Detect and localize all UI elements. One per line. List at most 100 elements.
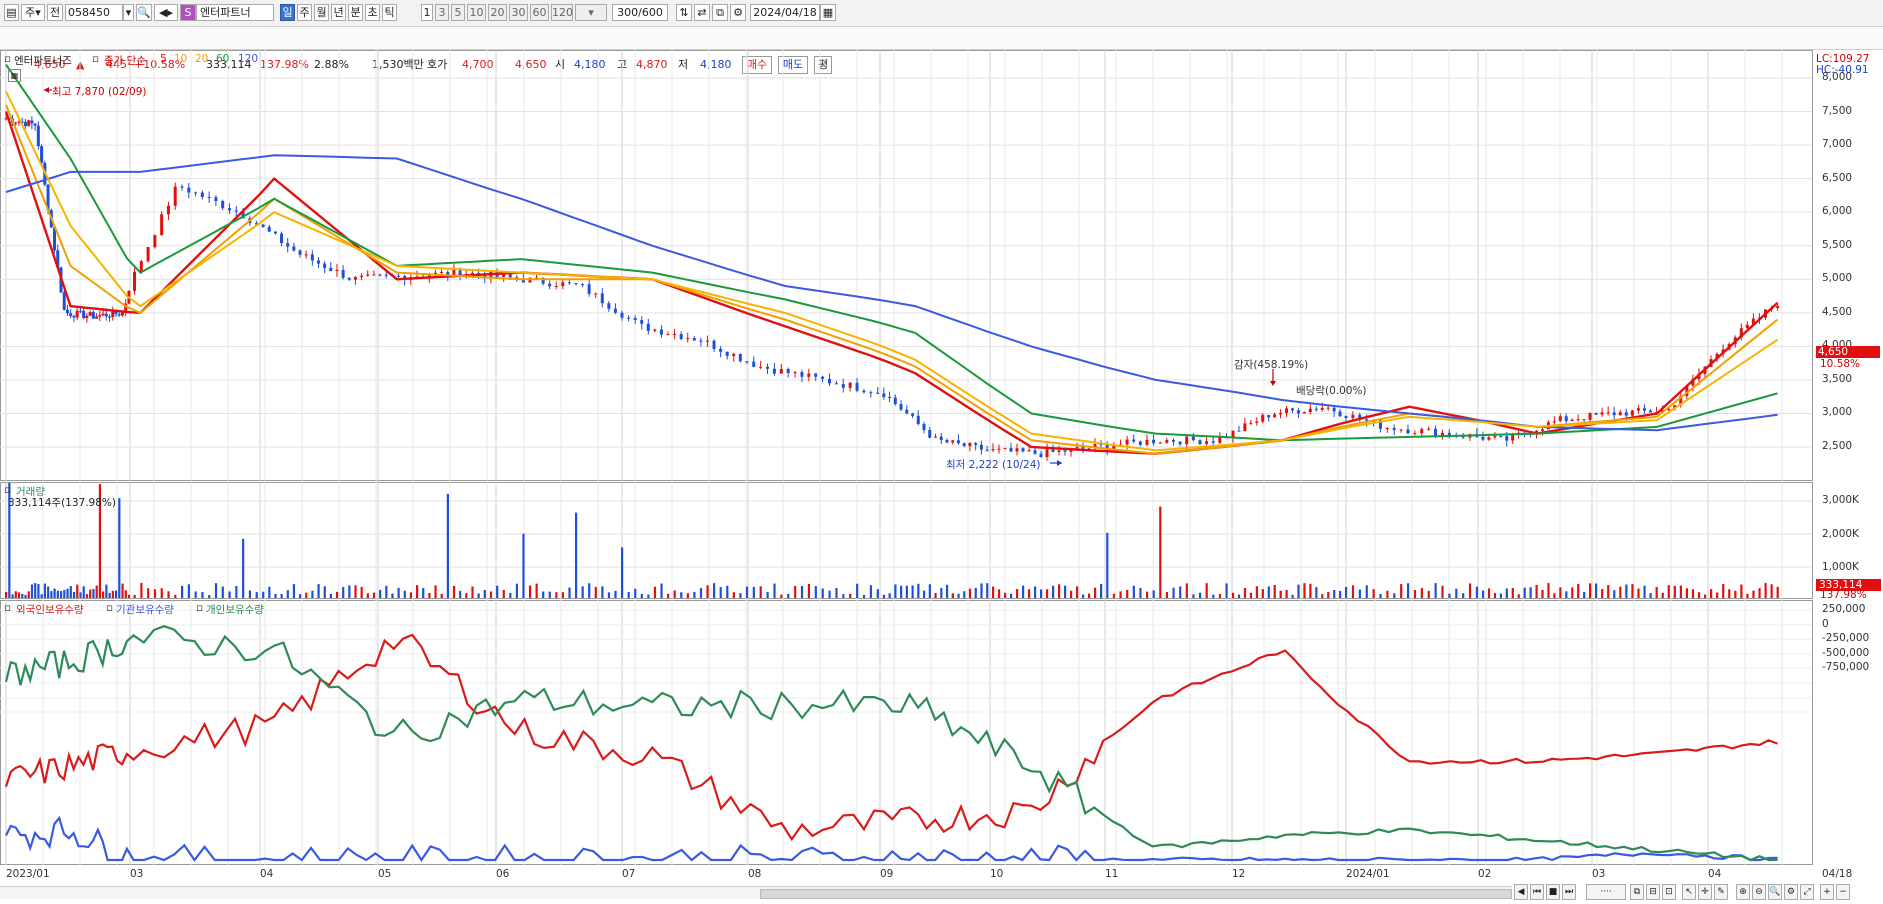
add-icon[interactable]: + — [1820, 884, 1834, 900]
last-page-icon[interactable]: ⏭ — [1562, 884, 1576, 900]
volume-bar — [1703, 594, 1707, 598]
volume-bar — [1691, 589, 1695, 598]
volume-bar — [1746, 593, 1749, 598]
menu-icon[interactable]: ▤ — [4, 4, 19, 21]
split-icon[interactable]: ⊟ — [1646, 884, 1660, 900]
candle-body — [1198, 440, 1202, 445]
chart-area[interactable]: ▫ 엔터파트너즈 ▫ 종가 단순 5 10 20 60 120 ▦ LC:109… — [0, 50, 1883, 904]
calendar-icon[interactable]: ▦ — [820, 4, 836, 21]
remove-icon[interactable]: − — [1836, 884, 1850, 900]
ma-label: 종가 단순 — [104, 55, 146, 67]
volume-bar — [1601, 589, 1604, 598]
search-icon[interactable]: 🔍 — [136, 4, 152, 21]
volume-bar — [535, 583, 538, 598]
volume-bar — [917, 583, 920, 598]
scrollbar-thumb[interactable] — [760, 889, 1512, 899]
period-tab-2[interactable]: 월 — [314, 4, 329, 21]
period-tab-5[interactable]: 초 — [365, 4, 380, 21]
interval-1[interactable]: 1 — [421, 4, 433, 21]
volume-bar — [555, 592, 558, 598]
candle-body — [1075, 447, 1079, 449]
interval-120[interactable]: 120 — [551, 4, 573, 21]
date-field[interactable]: 2024/04/18 — [750, 4, 820, 21]
chart-settings-icon[interactable]: ⚙ — [1784, 884, 1798, 900]
interval-custom[interactable]: ▾ — [575, 4, 607, 21]
period-tab-4[interactable]: 분 — [348, 4, 363, 21]
market-value: 주 — [25, 6, 36, 19]
expand-icon[interactable]: ⤢ — [1800, 884, 1814, 900]
stop-icon[interactable]: ■ — [1546, 884, 1560, 900]
candle-body — [372, 274, 376, 276]
candle-body — [378, 274, 382, 276]
volume-bar — [1345, 587, 1348, 598]
period-tab-6[interactable]: 틱 — [382, 4, 397, 21]
settings-gear-icon[interactable]: ⚙ — [730, 4, 746, 21]
volume-bar — [1475, 586, 1479, 598]
count-field[interactable]: 300/600 — [612, 4, 668, 21]
volume-bar — [561, 592, 565, 598]
volume-bar — [140, 583, 143, 598]
volume-bar — [1661, 592, 1664, 598]
candle-body — [1649, 410, 1653, 413]
candle-body — [360, 275, 364, 277]
interval-10[interactable]: 10 — [467, 4, 486, 21]
magnify-icon[interactable]: 🔍 — [1768, 884, 1782, 900]
horizontal-scrollbar[interactable] — [0, 886, 1512, 899]
restore-icon[interactable]: ⊡ — [1662, 884, 1676, 900]
volume-bar — [963, 591, 966, 598]
interval-20[interactable]: 20 — [488, 4, 507, 21]
volume-bar — [807, 583, 811, 598]
candle-body — [581, 284, 585, 286]
candle-body — [14, 122, 18, 124]
code-mode-button[interactable]: 전 — [47, 4, 63, 21]
volume-bar — [397, 587, 400, 598]
grid-toggle-icon[interactable]: ▦ — [8, 69, 21, 82]
zoom-slider[interactable]: ···· — [1586, 884, 1626, 900]
candle-body — [627, 317, 631, 319]
period-tab-0[interactable]: 일 — [280, 4, 295, 21]
candle-body — [78, 310, 82, 312]
prev-next-icon[interactable]: ◀▸ — [154, 4, 178, 21]
interval-30[interactable]: 30 — [509, 4, 528, 21]
market-select[interactable]: 주▾ — [21, 4, 45, 21]
x-axis-label: 09 — [880, 868, 894, 880]
volume-bar — [21, 593, 24, 598]
candle-body — [1261, 415, 1265, 422]
volume-bar — [1309, 583, 1312, 598]
candle-body — [633, 317, 637, 321]
candle-body — [1493, 435, 1497, 438]
volume-bar — [360, 586, 363, 598]
first-page-icon[interactable]: ⏮ — [1530, 884, 1544, 900]
stock-code-input[interactable]: 058450 — [65, 4, 123, 21]
volume-bar — [415, 585, 419, 598]
volume-bar — [1673, 585, 1676, 598]
volume-bar — [214, 583, 218, 598]
crosshair-icon[interactable]: ✛ — [1698, 884, 1712, 900]
draw-icon[interactable]: ✎ — [1714, 884, 1728, 900]
stock-name-field[interactable]: 엔터파트너 — [196, 4, 274, 21]
code-dropdown-icon[interactable]: ▾ — [123, 4, 134, 21]
volume-bar — [108, 592, 111, 598]
volume-bar — [201, 592, 204, 598]
candle-body — [304, 254, 308, 256]
interval-3[interactable]: 3 — [435, 4, 449, 21]
scroll-left-icon[interactable]: ◀ — [1514, 884, 1528, 900]
cursor-icon[interactable]: ↖ — [1682, 884, 1696, 900]
period-tab-1[interactable]: 주 — [297, 4, 312, 21]
volume-bar — [1192, 594, 1195, 598]
volume-bar — [102, 591, 105, 598]
interval-5[interactable]: 5 — [451, 4, 465, 21]
price-panel-title: 엔터파트너즈 — [14, 55, 72, 67]
candle-body — [173, 186, 177, 206]
layout-icon[interactable]: ⧉ — [1630, 884, 1644, 900]
candle-body — [1326, 407, 1330, 409]
candle-body — [679, 334, 683, 339]
period-tab-3[interactable]: 년 — [331, 4, 346, 21]
compare-icon[interactable]: ⇄ — [694, 4, 710, 21]
chart-tool-icon[interactable]: ⇅ — [676, 4, 692, 21]
stock-chart-svg[interactable] — [0, 50, 1883, 904]
interval-60[interactable]: 60 — [530, 4, 549, 21]
zoom-in-icon[interactable]: ⊕ — [1736, 884, 1750, 900]
copy-icon[interactable]: ⧉ — [712, 4, 728, 21]
zoom-out-icon[interactable]: ⊖ — [1752, 884, 1766, 900]
